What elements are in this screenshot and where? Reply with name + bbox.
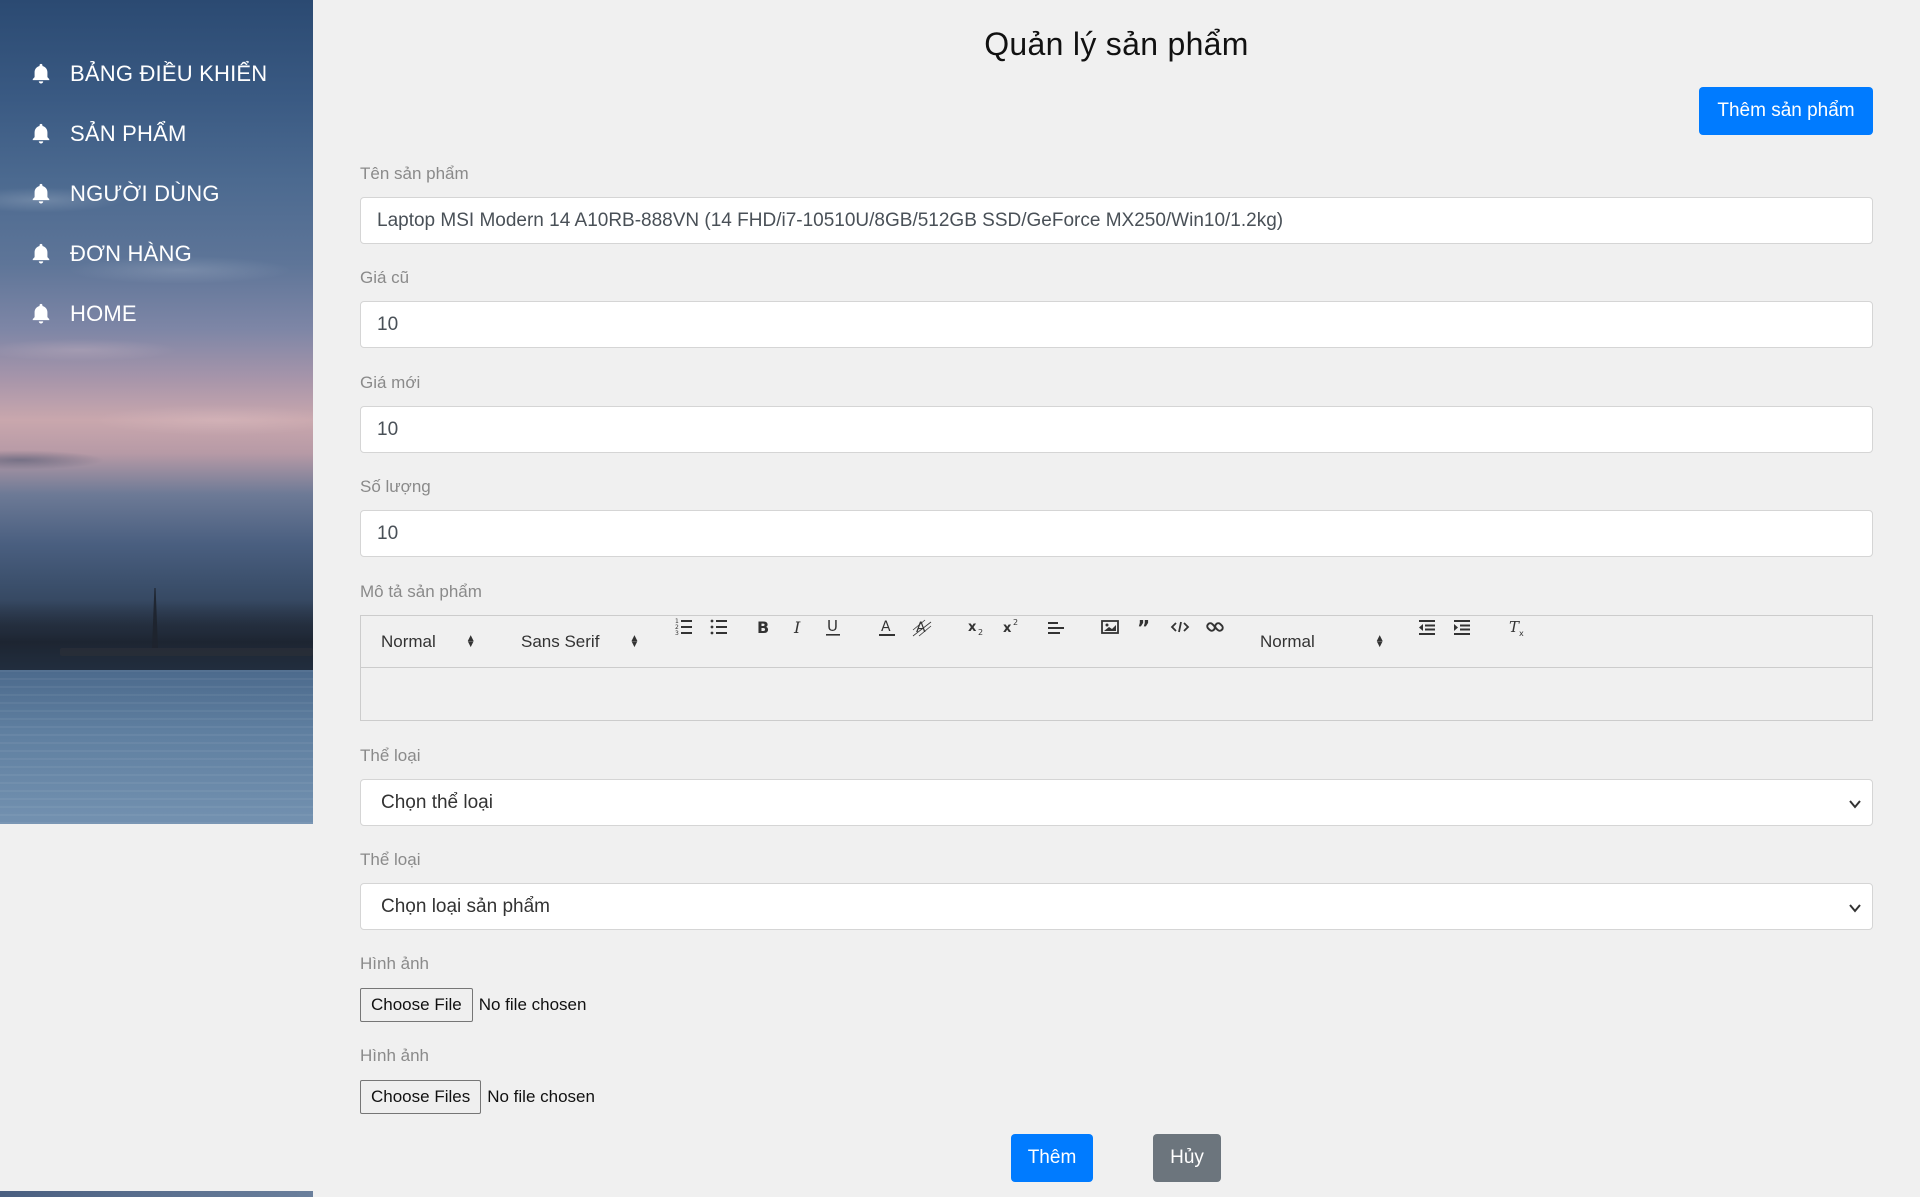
images-label: Hình ảnh <box>360 1046 429 1065</box>
category-select-value: Chọn thể loại <box>381 791 493 813</box>
indent-icon[interactable] <box>1451 616 1473 638</box>
clear-format-icon[interactable]: Tx <box>1506 616 1528 638</box>
text-color-icon[interactable]: A <box>876 616 898 638</box>
images-file-input: Choose Files No file chosen <box>360 1080 595 1114</box>
svg-text:A: A <box>916 620 926 636</box>
sidebar-item-products[interactable]: SẢN PHẨM <box>0 104 313 164</box>
description-editor: Normal ▲ ▼ Sans Serif ▲ ▼ 123 B I U A A … <box>360 615 1873 721</box>
cancel-button[interactable]: Hủy <box>1153 1134 1221 1182</box>
svg-text:2: 2 <box>1013 618 1018 627</box>
svg-text:x: x <box>968 620 977 635</box>
sidebar-item-label: SẢN PHẨM <box>70 121 187 146</box>
product-type-select[interactable]: Chọn loại sản phẩm <box>360 883 1873 930</box>
old-price-label: Giá cũ <box>360 268 410 287</box>
product-type-label: Thể loại <box>360 850 421 869</box>
code-icon[interactable] <box>1169 616 1191 638</box>
editor-content-area[interactable] <box>361 668 1872 721</box>
category-select[interactable]: Chọn thể loại <box>360 779 1873 826</box>
size-picker-value: Normal <box>1260 632 1315 651</box>
background-color-icon[interactable]: A <box>911 616 933 638</box>
sidebar: BẢNG ĐIỀU KHIỂN SẢN PHẨM NGƯỜI DÙNG ĐƠN … <box>0 0 313 824</box>
sidebar-background-water <box>0 670 313 824</box>
new-price-label: Giá mới <box>360 373 421 392</box>
description-label: Mô tả sản phẩm <box>360 582 482 601</box>
chevron-down-icon <box>1848 795 1862 809</box>
sidebar-item-label: ĐƠN HÀNG <box>70 241 192 266</box>
outdent-icon[interactable] <box>1416 616 1438 638</box>
sidebar-nav: BẢNG ĐIỀU KHIỂN SẢN PHẨM NGƯỜI DÙNG ĐƠN … <box>0 44 313 344</box>
svg-text:x: x <box>1003 621 1012 636</box>
files-status: No file chosen <box>487 1087 595 1106</box>
quantity-label: Số lượng <box>360 477 431 496</box>
sidebar-item-dashboard[interactable]: BẢNG ĐIỀU KHIỂN <box>0 44 313 104</box>
svg-text:A: A <box>881 619 891 635</box>
product-name-label: Tên sản phẩm <box>360 164 469 183</box>
sidebar-item-label: NGƯỜI DÙNG <box>70 181 220 206</box>
sidebar-item-users[interactable]: NGƯỜI DÙNG <box>0 164 313 224</box>
page-title: Quản lý sản phẩm <box>984 26 1249 62</box>
svg-text:2: 2 <box>978 628 983 637</box>
svg-text:U: U <box>827 617 838 635</box>
add-product-button[interactable]: Thêm sản phẩm <box>1699 87 1873 135</box>
picker-arrows-icon: ▲ ▼ <box>1374 633 1385 650</box>
bell-icon <box>30 302 52 326</box>
new-price-value: 10 <box>377 418 399 440</box>
header-picker-value: Normal <box>381 632 436 651</box>
old-price-input[interactable]: 10 <box>360 301 1873 348</box>
new-price-input[interactable]: 10 <box>360 406 1873 453</box>
link-icon[interactable] <box>1204 616 1226 638</box>
editor-toolbar: Normal ▲ ▼ Sans Serif ▲ ▼ 123 B I U A A … <box>361 616 1872 668</box>
ordered-list-icon[interactable]: 123 <box>673 616 695 638</box>
product-name-value: Laptop MSI Modern 14 A10RB-888VN (14 FHD… <box>377 209 1284 231</box>
choose-files-button[interactable]: Choose Files <box>360 1080 482 1114</box>
sidebar-item-label: BẢNG ĐIỀU KHIỂN <box>70 61 268 86</box>
header-picker[interactable]: Normal ▲ ▼ <box>381 616 476 668</box>
quantity-value: 10 <box>377 522 399 544</box>
svg-text:3: 3 <box>675 630 679 637</box>
subscript-icon[interactable]: x2 <box>966 616 988 638</box>
picker-arrows-icon: ▲ ▼ <box>465 633 476 650</box>
old-price-value: 10 <box>377 313 399 335</box>
sidebar-item-label: HOME <box>70 301 137 326</box>
svg-text:x: x <box>1519 629 1524 638</box>
main-content: Quản lý sản phẩm Thêm sản phẩm Tên sản p… <box>313 0 1920 1197</box>
bell-icon <box>30 122 52 146</box>
blockquote-icon[interactable]: ” <box>1134 616 1156 638</box>
underline-icon[interactable]: U <box>822 616 844 638</box>
sidebar-item-home[interactable]: HOME <box>0 284 313 344</box>
bullet-list-icon[interactable] <box>708 616 730 638</box>
svg-text:I: I <box>793 618 801 637</box>
sidebar-background-bridge <box>60 648 313 656</box>
sidebar-bottom-strip <box>0 1191 313 1197</box>
image-file-input: Choose File No file chosen <box>360 988 586 1022</box>
superscript-icon[interactable]: x2 <box>1001 616 1023 638</box>
image-label: Hình ảnh <box>360 954 429 973</box>
bell-icon <box>30 62 52 86</box>
sidebar-item-orders[interactable]: ĐƠN HÀNG <box>0 224 313 284</box>
svg-text:B: B <box>757 618 769 637</box>
font-picker-value: Sans Serif <box>521 632 600 651</box>
svg-text:”: ” <box>1137 616 1150 638</box>
font-picker[interactable]: Sans Serif ▲ ▼ <box>521 616 639 668</box>
image-icon[interactable] <box>1099 616 1121 638</box>
quantity-input[interactable]: 10 <box>360 510 1873 557</box>
file-status: No file chosen <box>478 995 587 1014</box>
category-label: Thể loại <box>360 746 421 765</box>
chevron-down-icon <box>1848 899 1862 913</box>
align-icon[interactable] <box>1045 616 1067 638</box>
bell-icon <box>30 182 52 206</box>
italic-icon[interactable]: I <box>787 616 809 638</box>
choose-file-button[interactable]: Choose File <box>360 988 473 1022</box>
picker-arrows-icon: ▲ ▼ <box>629 633 640 650</box>
product-name-input[interactable]: Laptop MSI Modern 14 A10RB-888VN (14 FHD… <box>360 197 1873 244</box>
bell-icon <box>30 242 52 266</box>
bold-icon[interactable]: B <box>752 616 774 638</box>
product-type-select-value: Chọn loại sản phẩm <box>381 895 550 917</box>
size-picker[interactable]: Normal ▲ ▼ <box>1260 616 1385 668</box>
submit-button[interactable]: Thêm <box>1011 1134 1093 1182</box>
